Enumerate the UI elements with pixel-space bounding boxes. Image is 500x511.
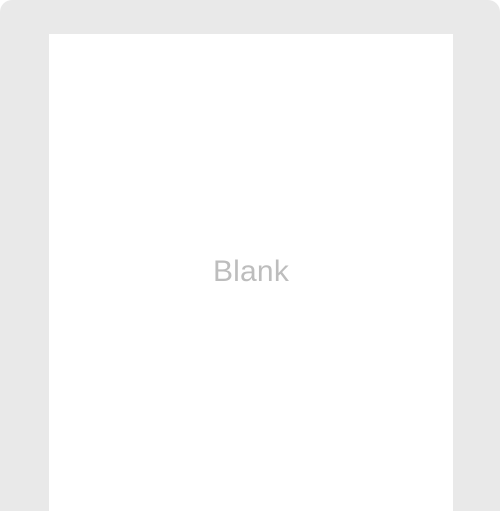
blank-page-preview[interactable]: Blank [49,34,453,511]
template-label: Blank [212,254,290,288]
blank-template-card[interactable]: Blank [0,0,500,511]
